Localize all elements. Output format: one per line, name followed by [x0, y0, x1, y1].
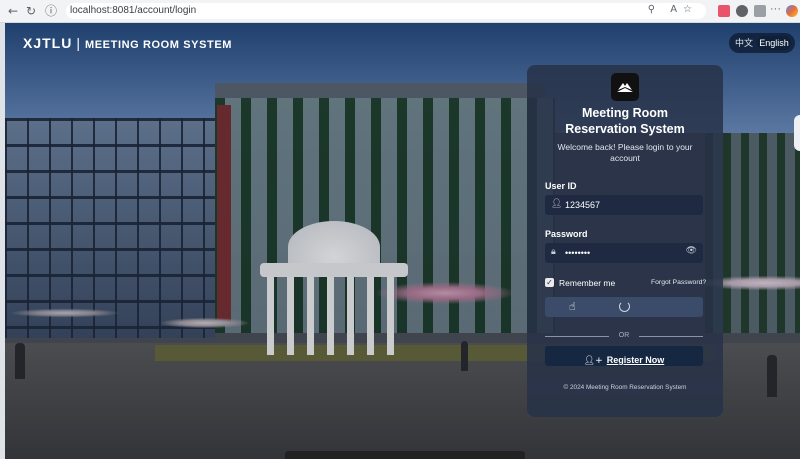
or-text: OR	[618, 332, 630, 339]
address-bar-icons[interactable]: ⚲ A☆	[648, 4, 698, 15]
loading-spinner-icon	[619, 301, 630, 312]
profile-icon[interactable]	[736, 5, 748, 17]
copyright-text: © 2024 Meeting Room Reservation System	[563, 384, 687, 391]
extensions-menu-icon[interactable]	[754, 5, 766, 17]
reload-icon[interactable]: ↻	[24, 4, 38, 18]
brand-separator: |	[76, 35, 81, 51]
browser-menu-icon[interactable]: ···	[770, 3, 781, 15]
language-english-button[interactable]: English	[757, 36, 791, 50]
password-label: Password	[545, 229, 588, 239]
card-title-line2: Reservation System	[565, 122, 685, 136]
address-bar[interactable]: localhost:8081/account/login ⚲ A☆	[66, 3, 706, 19]
bottom-overlay-bar	[285, 451, 525, 459]
side-drawer-tab[interactable]	[794, 115, 800, 151]
site-brand: XJTLU | MEETING ROOM SYSTEM	[23, 35, 232, 51]
register-label[interactable]: Register Now	[607, 355, 665, 365]
language-chinese-button[interactable]: 中文	[733, 36, 755, 50]
book-icon	[617, 83, 633, 92]
remember-me-label[interactable]: Remember me	[559, 278, 615, 288]
or-divider: OR	[545, 332, 703, 342]
language-switcher: 中文 English	[729, 33, 795, 53]
hand-cursor-icon: ☝	[569, 300, 576, 313]
login-page: XJTLU | MEETING ROOM SYSTEM 中文 English Mee…	[5, 23, 800, 459]
extension-icon[interactable]	[718, 5, 730, 17]
user-id-value[interactable]: 1234567	[565, 200, 600, 210]
card-title-line1: Meeting Room	[581, 106, 669, 120]
back-icon[interactable]: ←	[6, 4, 20, 18]
brand-name: XJTLU	[23, 35, 73, 51]
eye-slash-icon[interactable]: 👁︎	[686, 246, 697, 256]
user-id-label: User ID	[545, 181, 577, 191]
card-title: Meeting Room Reservation System	[527, 105, 723, 137]
remember-me-checkbox[interactable]: ✓	[545, 278, 554, 287]
url-text[interactable]: localhost:8081/account/login	[70, 5, 196, 16]
register-button[interactable]: 👤︎+ Register Now	[545, 346, 703, 366]
browser-toolbar: ← ↻ ⓘ localhost:8081/account/login ⚲ A☆ …	[0, 0, 800, 23]
copilot-icon[interactable]	[786, 5, 798, 17]
password-field[interactable]: 🔒︎ •••••••• 👁︎	[545, 243, 703, 263]
system-name: MEETING ROOM SYSTEM	[84, 39, 233, 51]
user-id-field[interactable]: 👤︎ 1234567	[545, 195, 703, 215]
info-icon[interactable]: ⓘ	[44, 4, 58, 18]
divider-line-left	[545, 336, 609, 337]
login-button[interactable]: ☝	[545, 297, 703, 317]
app-logo	[611, 73, 639, 101]
forgot-password-link[interactable]: Forgot Password?	[651, 279, 706, 286]
welcome-text: Welcome back! Please login to your accou…	[557, 142, 693, 163]
login-card: Meeting Room Reservation System Welcome …	[527, 65, 723, 417]
user-icon: 👤︎	[551, 199, 563, 209]
password-value[interactable]: ••••••••	[565, 248, 590, 258]
divider-line-right	[639, 336, 703, 337]
lock-icon: 🔒︎	[551, 247, 556, 257]
user-plus-icon: 👤︎+	[583, 356, 603, 366]
